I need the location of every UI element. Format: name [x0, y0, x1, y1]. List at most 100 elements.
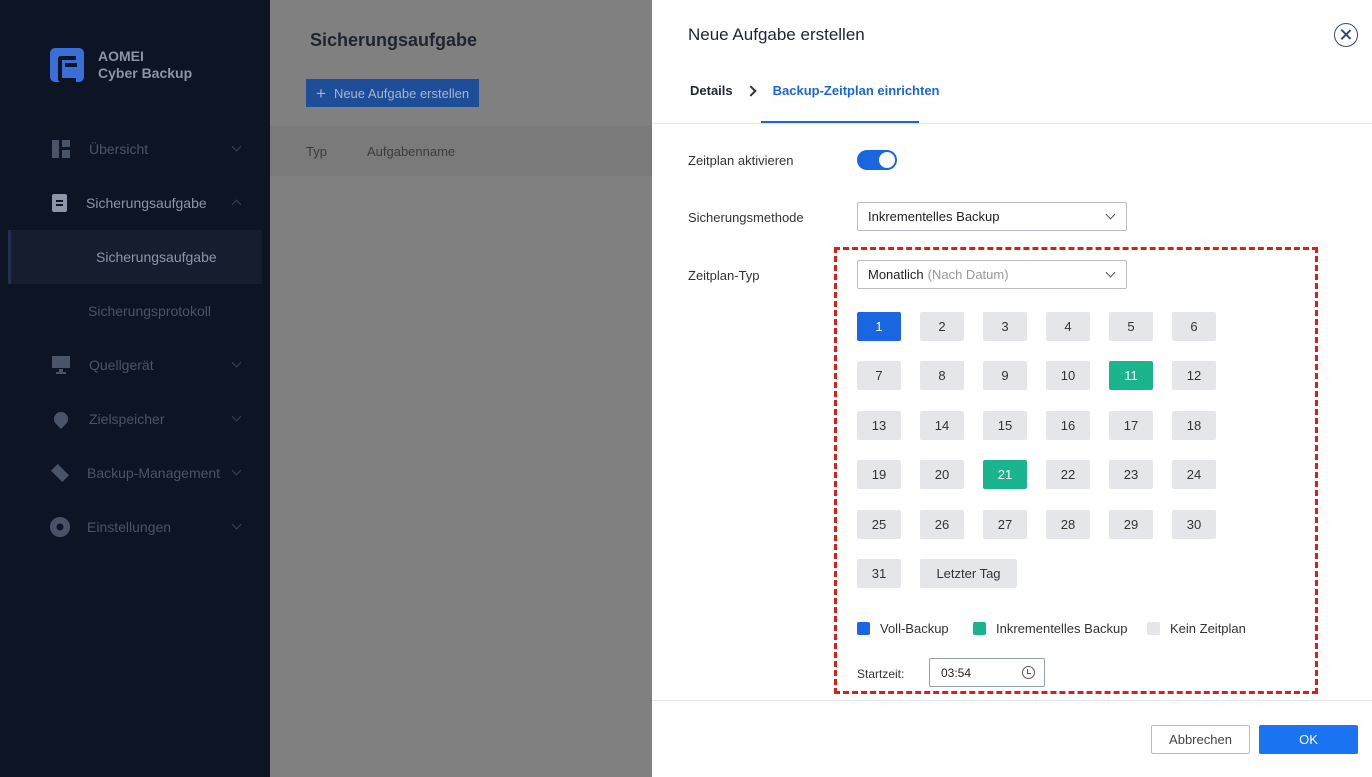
legend-label-full: Voll-Backup: [880, 621, 949, 636]
layers-icon: [50, 463, 70, 483]
brand-name: AOMEI Cyber Backup: [98, 48, 192, 82]
schedule-type-value: Monatlich: [868, 267, 924, 282]
chevron-down-icon: [1105, 209, 1116, 220]
day-button-8[interactable]: 8: [920, 361, 964, 390]
day-button-1[interactable]: 1: [857, 312, 901, 341]
sidebar: AOMEI Cyber Backup Übersicht Sicherungsa…: [0, 0, 270, 777]
sidebar-item-backup-management[interactable]: Backup-Management: [0, 446, 270, 500]
start-time-input[interactable]: 03:54: [929, 658, 1045, 687]
column-header-type: Typ: [306, 143, 327, 159]
day-button-7[interactable]: 7: [857, 361, 901, 390]
schedule-type-label: Zeitplan-Typ: [688, 268, 760, 283]
new-task-button-label: Neue Aufgabe erstellen: [333, 85, 470, 101]
day-button-16[interactable]: 16: [1046, 411, 1090, 440]
step-backup-schedule[interactable]: Backup-Zeitplan einrichten: [773, 83, 940, 98]
day-button-6[interactable]: 6: [1172, 312, 1216, 341]
day-button-4[interactable]: 4: [1046, 312, 1090, 341]
day-button-26[interactable]: 26: [920, 510, 964, 539]
backup-method-select[interactable]: Inkrementelles Backup: [857, 202, 1127, 231]
sidebar-subitem-backup-task[interactable]: Sicherungsaufgabe: [8, 230, 262, 284]
step-details[interactable]: Details: [690, 83, 733, 98]
legend-swatch-incremental: [973, 622, 986, 635]
legend-label-none: Kein Zeitplan: [1170, 621, 1246, 636]
day-button-15[interactable]: 15: [983, 411, 1027, 440]
day-button-10[interactable]: 10: [1046, 361, 1090, 390]
sidebar-item-label: Backup-Management: [87, 465, 221, 481]
schedule-type-hint: (Nach Datum): [927, 267, 1009, 282]
day-button-20[interactable]: 20: [920, 460, 964, 489]
gear-icon: [52, 519, 68, 535]
day-button-23[interactable]: 23: [1109, 460, 1153, 489]
step-breadcrumb: Details Backup-Zeitplan einrichten: [690, 83, 940, 98]
sidebar-subitem-backup-log[interactable]: Sicherungsprotokoll: [0, 284, 270, 338]
sidebar-item-overview[interactable]: Übersicht: [0, 122, 270, 176]
start-time-label: Startzeit:: [857, 667, 905, 681]
header-divider: [652, 123, 1372, 124]
page-title: Sicherungsaufgabe: [310, 30, 478, 50]
schedule-type-select[interactable]: Monatlich (Nach Datum): [857, 260, 1127, 289]
day-button-9[interactable]: 9: [983, 361, 1027, 390]
day-button-25[interactable]: 25: [857, 510, 901, 539]
sidebar-item-label: Quellgerät: [89, 357, 154, 373]
app-logo: AOMEI Cyber Backup: [50, 48, 192, 82]
sidebar-nav: Übersicht Sicherungsaufgabe Sicherungsau…: [0, 122, 270, 554]
brand-line-2: Cyber Backup: [98, 65, 193, 81]
day-button-14[interactable]: 14: [920, 411, 964, 440]
monitor-icon: [52, 356, 70, 374]
day-button-21[interactable]: 21: [983, 460, 1027, 489]
sidebar-item-source-device[interactable]: Quellgerät: [0, 338, 270, 392]
legend-no-schedule: Kein Zeitplan: [1147, 621, 1246, 636]
backup-method-label: Sicherungsmethode: [688, 210, 804, 225]
clock-icon: [1022, 666, 1035, 679]
main-content-overlay: Sicherungsaufgabe + Neue Aufgabe erstell…: [270, 0, 652, 777]
column-header-task-name: Aufgabenname: [366, 143, 456, 159]
start-time-value: 03:54: [941, 665, 972, 680]
brand-line-1: AOMEI: [98, 48, 144, 64]
sidebar-item-settings[interactable]: Einstellungen: [0, 500, 270, 554]
day-button-22[interactable]: 22: [1046, 460, 1090, 489]
sidebar-item-label: Einstellungen: [87, 519, 172, 535]
day-button-24[interactable]: 24: [1172, 460, 1216, 489]
aomei-logo-icon: [50, 48, 84, 82]
dashboard-icon: [52, 140, 70, 158]
last-day-button[interactable]: Letzter Tag: [920, 559, 1017, 588]
legend-swatch-full: [857, 622, 870, 635]
enable-schedule-label: Zeitplan aktivieren: [688, 153, 794, 168]
sidebar-item-label: Zielspeicher: [89, 411, 165, 427]
chevron-down-icon: [231, 357, 242, 368]
cancel-button[interactable]: Abbrechen: [1151, 725, 1250, 754]
legend-swatch-none: [1147, 622, 1160, 635]
new-task-button[interactable]: + Neue Aufgabe erstellen: [306, 79, 480, 107]
day-button-31[interactable]: 31: [857, 559, 901, 588]
sidebar-item-target-storage[interactable]: Zielspeicher: [0, 392, 270, 446]
sidebar-item-label: Übersicht: [89, 141, 149, 157]
day-button-17[interactable]: 17: [1109, 411, 1153, 440]
day-button-13[interactable]: 13: [857, 411, 901, 440]
sidebar-item-backup-task[interactable]: Sicherungsaufgabe: [0, 176, 270, 230]
day-button-27[interactable]: 27: [983, 510, 1027, 539]
day-button-5[interactable]: 5: [1109, 312, 1153, 341]
chevron-down-icon: [231, 141, 242, 152]
chevron-down-icon: [231, 465, 242, 476]
day-button-3[interactable]: 3: [983, 312, 1027, 341]
day-button-30[interactable]: 30: [1172, 510, 1216, 539]
ok-button[interactable]: OK: [1259, 725, 1358, 754]
day-button-2[interactable]: 2: [920, 312, 964, 341]
day-button-29[interactable]: 29: [1109, 510, 1153, 539]
day-button-12[interactable]: 12: [1172, 361, 1216, 390]
day-button-19[interactable]: 19: [857, 460, 901, 489]
day-button-18[interactable]: 18: [1172, 411, 1216, 440]
task-table-header: Typ Aufgabenname: [270, 126, 652, 176]
plus-icon: +: [316, 83, 326, 103]
enable-schedule-toggle[interactable]: [857, 150, 897, 170]
day-button-11[interactable]: 11: [1109, 361, 1153, 390]
day-button-28[interactable]: 28: [1046, 510, 1090, 539]
drawer-title: Neue Aufgabe erstellen: [688, 25, 865, 44]
legend-incremental-backup: Inkrementelles Backup: [973, 621, 1128, 636]
clipboard-icon: [52, 194, 67, 212]
footer-divider: [652, 700, 1372, 701]
backup-method-value: Inkrementelles Backup: [868, 209, 1000, 224]
legend-label-incremental: Inkrementelles Backup: [996, 621, 1128, 636]
close-icon[interactable]: [1334, 23, 1358, 47]
sidebar-item-label: Sicherungsaufgabe: [86, 195, 207, 211]
